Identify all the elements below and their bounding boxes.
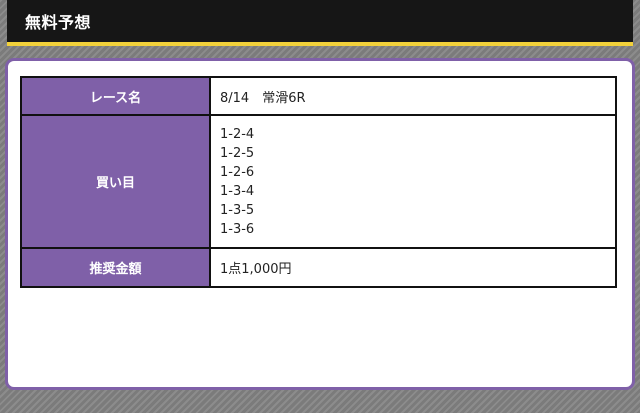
bets-cell: 1-2-4 1-2-5 1-2-6 1-3-4 1-3-5 1-3-6	[209, 114, 617, 249]
bet-combination: 1-2-6	[220, 164, 255, 180]
bets-row: 買い目 1-2-4 1-2-5 1-2-6 1-3-4 1-3-5 1-3-6	[20, 114, 617, 249]
bet-combination: 1-2-5	[220, 145, 255, 161]
page-title: 無料予想	[25, 13, 92, 32]
race-label: レース名	[20, 76, 211, 116]
bet-combination: 1-2-4	[220, 126, 255, 142]
prediction-table: レース名 8/14 常滑6R 買い目 1-2-4 1-2-5 1-2-6 1-3…	[20, 76, 617, 288]
header-bar: 無料予想	[7, 0, 633, 46]
prediction-panel: レース名 8/14 常滑6R 買い目 1-2-4 1-2-5 1-2-6 1-3…	[5, 58, 635, 390]
race-row: レース名 8/14 常滑6R	[20, 76, 617, 116]
amount-row: 推奨金額 1点1,000円	[20, 247, 617, 288]
bet-combination: 1-3-4	[220, 183, 255, 199]
amount-value: 1点1,000円	[209, 247, 617, 288]
bet-combination: 1-3-6	[220, 221, 255, 237]
bet-combination: 1-3-5	[220, 202, 255, 218]
amount-label: 推奨金額	[20, 247, 211, 288]
race-value: 8/14 常滑6R	[209, 76, 617, 116]
bets-label: 買い目	[20, 114, 211, 249]
